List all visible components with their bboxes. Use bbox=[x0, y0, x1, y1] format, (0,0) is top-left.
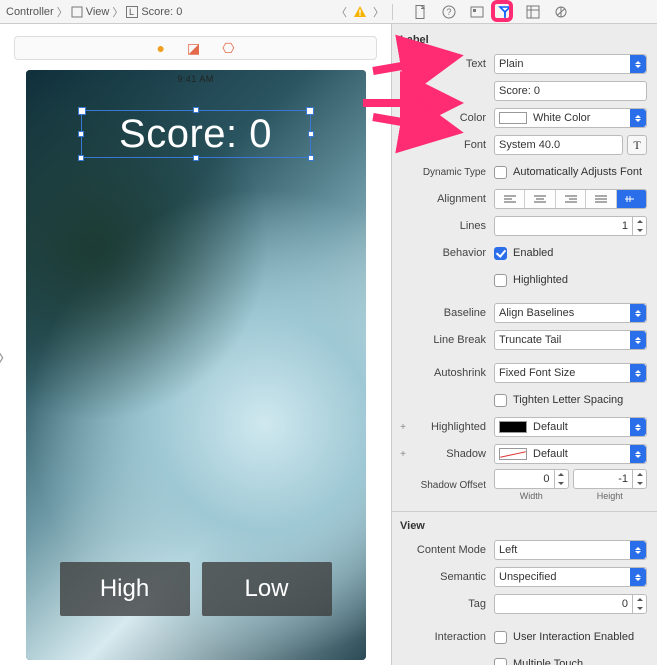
align-natural-icon bbox=[617, 190, 646, 208]
constraints-icon[interactable]: ● bbox=[157, 40, 165, 56]
highlighted-checkbox[interactable]: Highlighted bbox=[494, 274, 568, 287]
align-center-icon bbox=[525, 190, 555, 208]
size-inspector-icon[interactable] bbox=[525, 4, 541, 20]
back-icon[interactable]: 〈 bbox=[336, 4, 347, 20]
auto-adjust-font-checkbox[interactable]: Automatically Adjusts Font bbox=[494, 166, 642, 179]
color-label: Color bbox=[406, 112, 494, 124]
svg-text:?: ? bbox=[447, 7, 452, 17]
device-preview[interactable]: 9:41 AM Score: 0 High Low bbox=[26, 70, 366, 660]
autoshrink-combo[interactable]: Fixed Font Size bbox=[494, 363, 647, 383]
shadow-color-combo[interactable]: Default bbox=[494, 444, 647, 464]
high-button[interactable]: High bbox=[60, 562, 190, 616]
font-field[interactable]: System 40.0 bbox=[494, 135, 623, 155]
baseline-label: Baseline bbox=[406, 307, 494, 319]
autoshrink-label: Autoshrink bbox=[406, 367, 494, 379]
align-right-icon bbox=[556, 190, 586, 208]
breadcrumb: Controller 〉 View 〉 L Score: 0 〈 〉 bbox=[0, 4, 392, 20]
align-left-icon bbox=[495, 190, 525, 208]
lines-label: Lines bbox=[406, 220, 494, 232]
file-inspector-icon[interactable] bbox=[413, 4, 429, 20]
text-label: Text bbox=[406, 58, 494, 70]
shadow-label: Shadow bbox=[406, 448, 494, 460]
annotation-highlight bbox=[491, 0, 513, 22]
inspector-tabs: ? bbox=[392, 4, 657, 20]
low-button[interactable]: Low bbox=[202, 562, 332, 616]
label-l-icon: L bbox=[126, 6, 138, 18]
tag-label: Tag bbox=[406, 598, 494, 610]
status-bar-time: 9:41 AM bbox=[26, 74, 366, 84]
embed-icon[interactable]: ◪ bbox=[187, 40, 200, 57]
semantic-label: Semantic bbox=[406, 571, 494, 583]
chevron-right-icon: 〉 bbox=[112, 4, 123, 20]
text-value-field[interactable]: Score: 0 bbox=[494, 81, 647, 101]
tag-stepper[interactable]: 0 bbox=[494, 594, 647, 614]
connections-inspector-icon[interactable] bbox=[553, 4, 569, 20]
view-icon bbox=[71, 6, 83, 18]
warning-icon[interactable] bbox=[353, 5, 367, 19]
highlighted-color-combo[interactable]: Default bbox=[494, 417, 647, 437]
alignment-segmented[interactable] bbox=[494, 189, 647, 209]
user-interaction-checkbox[interactable]: User Interaction Enabled bbox=[494, 631, 634, 644]
breadcrumb-item[interactable]: Score: 0 bbox=[141, 6, 182, 18]
selection-handles[interactable] bbox=[81, 110, 311, 158]
font-picker-button[interactable]: T bbox=[627, 135, 647, 155]
semantic-combo[interactable]: Unspecified bbox=[494, 567, 647, 587]
highlighted-color-label: Highlighted bbox=[406, 421, 494, 433]
shadow-offset-label: Shadow Offset bbox=[406, 480, 494, 491]
behavior-label: Behavior bbox=[406, 247, 494, 259]
width-sublabel: Width bbox=[494, 491, 569, 501]
height-sublabel: Height bbox=[573, 491, 648, 501]
enabled-checkbox[interactable]: Enabled bbox=[494, 247, 553, 260]
content-mode-combo[interactable]: Left bbox=[494, 540, 647, 560]
canvas-pane: ● ◪ ⎔ 9:41 AM Score: 0 High Low 〉 bbox=[0, 24, 392, 665]
content-mode-label: Content Mode bbox=[406, 544, 494, 556]
identity-inspector-icon[interactable] bbox=[469, 4, 485, 20]
linebreak-label: Line Break bbox=[406, 334, 494, 346]
text-mode-combo[interactable]: Plain bbox=[494, 54, 647, 74]
alignment-label: Alignment bbox=[406, 193, 494, 205]
top-bar: Controller 〉 View 〉 L Score: 0 〈 〉 ? bbox=[0, 0, 657, 24]
multiple-touch-checkbox[interactable]: Multiple Touch bbox=[494, 658, 583, 665]
svg-text:L: L bbox=[129, 7, 134, 17]
canvas-prev-icon[interactable]: 〉 bbox=[0, 345, 14, 371]
color-combo[interactable]: White Color bbox=[494, 108, 647, 128]
align-justify-icon bbox=[586, 190, 616, 208]
font-label: Font bbox=[406, 139, 494, 151]
section-view: View bbox=[400, 520, 647, 532]
shadow-width-stepper[interactable]: 0 bbox=[494, 469, 569, 489]
help-inspector-icon[interactable]: ? bbox=[441, 4, 457, 20]
canvas-mini-toolbar: ● ◪ ⎔ bbox=[14, 36, 377, 60]
dynamic-type-label: Dynamic Type bbox=[406, 167, 494, 178]
tighten-spacing-checkbox[interactable]: Tighten Letter Spacing bbox=[494, 394, 623, 407]
exit-icon[interactable]: ⎔ bbox=[222, 40, 234, 57]
attributes-inspector: Label +Text Plain + Score: 0 +Color Whit… bbox=[392, 24, 657, 665]
baseline-combo[interactable]: Align Baselines bbox=[494, 303, 647, 323]
linebreak-combo[interactable]: Truncate Tail bbox=[494, 330, 647, 350]
section-label: Label bbox=[400, 34, 647, 46]
chevron-right-icon: 〉 bbox=[57, 4, 68, 20]
forward-icon[interactable]: 〉 bbox=[373, 4, 384, 20]
divider bbox=[392, 511, 657, 512]
interaction-label: Interaction bbox=[406, 631, 494, 643]
breadcrumb-item[interactable]: Controller bbox=[6, 6, 54, 18]
lines-stepper[interactable]: 1 bbox=[494, 216, 647, 236]
breadcrumb-item[interactable]: View bbox=[86, 6, 110, 18]
shadow-height-stepper[interactable]: -1 bbox=[573, 469, 648, 489]
